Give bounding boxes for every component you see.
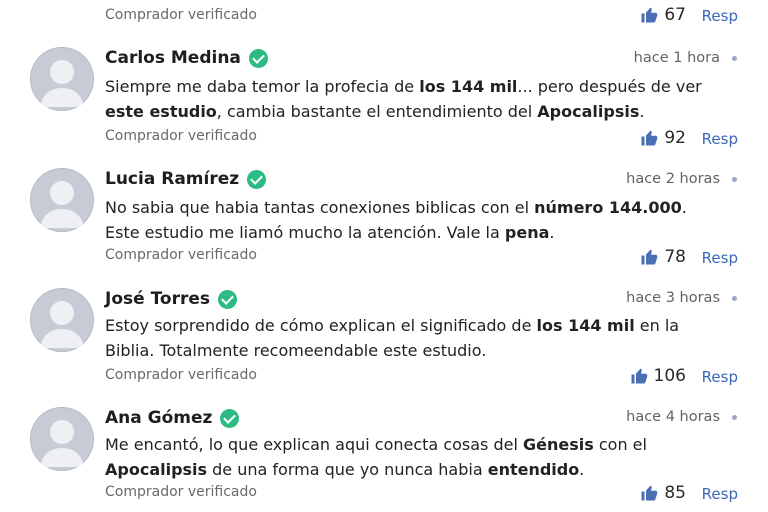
- comment-text-segment: .: [579, 460, 585, 479]
- thumbs-up-icon: [631, 368, 647, 384]
- like-count: 106: [653, 366, 686, 386]
- comment-row: José Torres hace 3 horas Estoy sorprendi…: [0, 278, 768, 398]
- like-button[interactable]: 67: [640, 5, 686, 25]
- more-options-icon[interactable]: [732, 296, 737, 301]
- more-options-icon[interactable]: [732, 177, 737, 182]
- comment-author: José Torres: [105, 289, 238, 309]
- comment-text-segment: Estoy sorprendido de cómo explican el si…: [105, 316, 537, 335]
- more-options-icon[interactable]: [732, 56, 737, 61]
- comment-row-partial: Comprador verificado 67 Resp: [0, 0, 768, 38]
- comment-timestamp: hace 2 horas: [626, 171, 720, 187]
- like-button[interactable]: 85: [640, 483, 686, 503]
- user-silhouette-icon: [40, 60, 84, 107]
- like-count: 78: [664, 247, 686, 267]
- comment-text-segment: .: [549, 223, 555, 242]
- like-count: 92: [664, 128, 686, 148]
- comment-text: Me encantó, lo que explican aqui conecta…: [105, 432, 725, 482]
- like-button[interactable]: 106: [630, 366, 686, 386]
- comment-author: Ana Gómez: [105, 408, 240, 428]
- author-name: Ana Gómez: [105, 408, 213, 428]
- comment-text-highlight: Génesis: [523, 435, 594, 454]
- verified-check-icon: [220, 408, 240, 428]
- comment-text-segment: Siempre me daba temor la profecia de: [105, 77, 420, 96]
- verified-check-icon: [218, 289, 238, 309]
- comment-text: No sabia que habia tantas conexiones bib…: [105, 195, 725, 245]
- verified-buyer-label: Comprador verificado: [105, 367, 257, 383]
- thumbs-up-icon: [641, 249, 658, 265]
- like-count: 85: [664, 483, 686, 503]
- comment-text-segment: con el: [593, 435, 647, 454]
- thumbs-up-icon: [641, 485, 658, 501]
- comment-text-highlight: entendido: [487, 460, 580, 479]
- avatar: [30, 288, 94, 352]
- reply-link[interactable]: Resp: [702, 485, 738, 503]
- like-button[interactable]: 92: [640, 128, 686, 148]
- user-silhouette-icon: [40, 181, 84, 228]
- author-name: Lucia Ramírez: [105, 169, 240, 189]
- verified-buyer-label: Comprador verificado: [105, 128, 257, 144]
- comment-text: Estoy sorprendido de cómo explican el si…: [105, 313, 725, 363]
- comment-timestamp: hace 4 horas: [626, 409, 720, 425]
- avatar: [30, 407, 94, 471]
- comment-text-highlight: número 144.000: [534, 198, 682, 217]
- comment-text-highlight: los 144 mil: [536, 316, 635, 335]
- thumbs-up-icon: [641, 7, 658, 23]
- comment-text-highlight: los 144 mil: [419, 77, 518, 96]
- reply-link[interactable]: Resp: [702, 130, 738, 148]
- comment-timestamp: hace 1 hora: [633, 50, 720, 66]
- comment-timestamp: hace 3 horas: [626, 290, 720, 306]
- verified-buyer-label: Comprador verificado: [105, 484, 257, 500]
- like-count: 67: [664, 5, 686, 25]
- comment-text-segment: ... pero después de ver: [517, 77, 702, 96]
- comment-text-segment: No sabia que habia tantas conexiones bib…: [105, 198, 535, 217]
- comment-row: Carlos Medina hace 1 hora Siempre me dab…: [0, 37, 768, 159]
- avatar: [30, 47, 94, 111]
- comment-author: Carlos Medina: [105, 48, 268, 68]
- verified-buyer-label: Comprador verificado: [105, 7, 257, 23]
- comment-text-segment: de una forma que yo nunca habia: [207, 460, 488, 479]
- author-name: José Torres: [105, 289, 211, 309]
- verified-check-icon: [248, 48, 268, 68]
- comment-row: Lucia Ramírez hace 2 horas No sabia que …: [0, 158, 768, 279]
- comment-text-segment: Me encantó, lo que explican aqui conecta…: [105, 435, 523, 454]
- comment-author: Lucia Ramírez: [105, 169, 267, 189]
- reply-link[interactable]: Resp: [702, 368, 738, 386]
- user-silhouette-icon: [40, 420, 84, 467]
- comment-text-highlight: pena: [504, 223, 550, 242]
- avatar: [30, 168, 94, 232]
- verified-buyer-label: Comprador verificado: [105, 247, 257, 263]
- comment-text-highlight: Apocalipsis: [105, 460, 208, 479]
- comment-text: Siempre me daba temor la profecia de los…: [105, 74, 725, 124]
- reply-link[interactable]: Resp: [702, 7, 738, 25]
- comment-row: Ana Gómez hace 4 horas Me encantó, lo qu…: [0, 397, 768, 512]
- comment-text-segment: .: [639, 102, 645, 121]
- author-name: Carlos Medina: [105, 48, 241, 68]
- comment-text-segment: , cambia bastante el entendimiento del: [216, 102, 538, 121]
- comment-text-highlight: este estudio: [105, 102, 217, 121]
- verified-check-icon: [247, 169, 267, 189]
- comments-feed: Comprador verificado 67 Resp Carlos Medi…: [0, 0, 768, 512]
- user-silhouette-icon: [40, 301, 84, 348]
- more-options-icon[interactable]: [732, 415, 737, 420]
- like-button[interactable]: 78: [640, 247, 686, 267]
- comment-text-highlight: Apocalipsis: [537, 102, 640, 121]
- thumbs-up-icon: [641, 130, 658, 146]
- reply-link[interactable]: Resp: [702, 249, 738, 267]
